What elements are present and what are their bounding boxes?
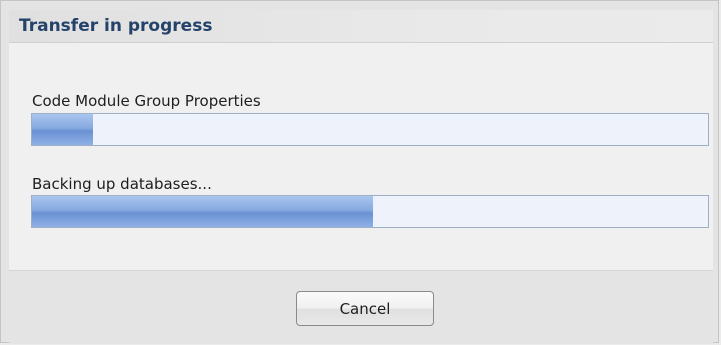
cancel-button[interactable]: Cancel	[296, 291, 434, 326]
dialog-content: Code Module Group Properties Backing up …	[9, 42, 713, 271]
progress-fill-1	[32, 114, 93, 145]
progress-bar-1	[31, 113, 709, 146]
task-label-1: Code Module Group Properties	[32, 92, 261, 110]
dialog-title: Transfer in progress	[19, 16, 213, 36]
progress-bar-2	[31, 195, 709, 228]
dialog-footer: Cancel	[9, 271, 713, 344]
dialog-titlebar: Transfer in progress	[9, 10, 713, 42]
task-label-2: Backing up databases...	[32, 175, 212, 193]
progress-fill-2	[32, 196, 374, 227]
transfer-dialog: Transfer in progress Code Module Group P…	[0, 0, 719, 344]
